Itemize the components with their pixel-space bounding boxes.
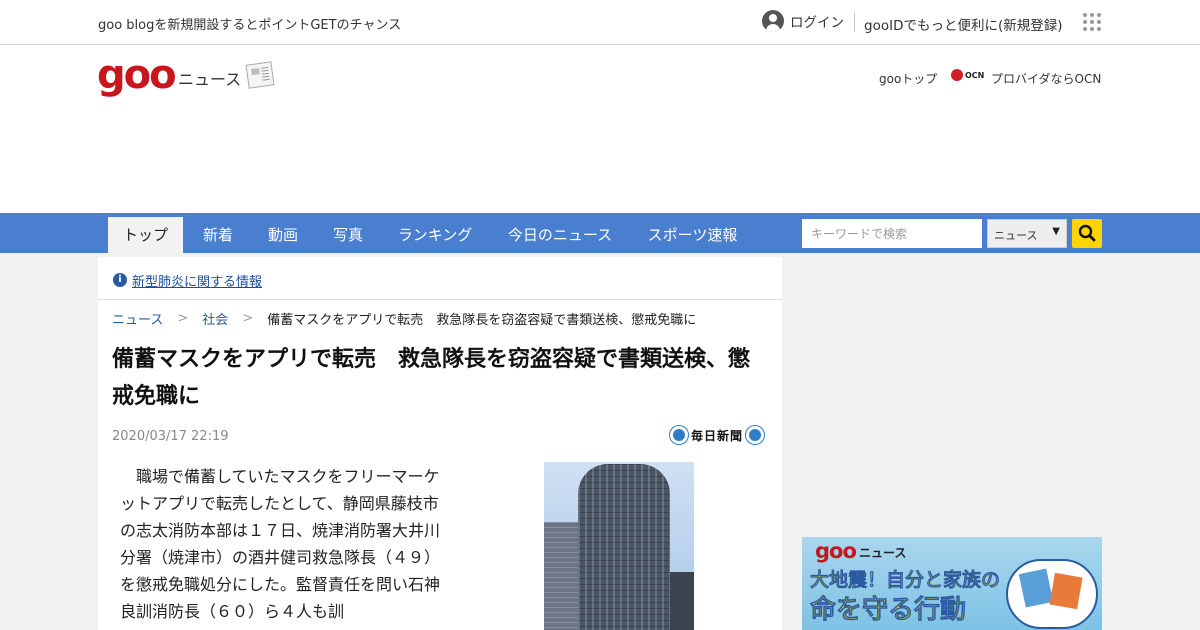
earthquake-banner[interactable]: goo ニュース 大地震！自分と家族の 命を守る行動 (802, 537, 1102, 630)
banner-news-label: ニュース (859, 546, 907, 560)
tab-today[interactable]: 今日のニュース (500, 213, 620, 253)
login-label: ログイン (790, 15, 844, 31)
article-photo[interactable] (544, 462, 694, 630)
register-link[interactable]: gooIDでもっと便利に(新規登録) (864, 14, 1063, 34)
tab-video[interactable]: 動画 (258, 213, 308, 253)
covid-notice: i 新型肺炎に関する情報 (98, 257, 782, 300)
search-icon (1078, 224, 1096, 242)
goo-logo[interactable]: goo (97, 53, 177, 97)
tab-top[interactable]: トップ (108, 217, 183, 253)
source-name: 毎日新聞 (691, 428, 744, 443)
tab-photo[interactable]: 写真 (323, 213, 373, 253)
blog-promo-link[interactable]: goo blogを新規開設するとポイントGETのチャンス (98, 14, 401, 33)
banner-headline-2: 命を守る行動 (810, 595, 967, 626)
article-container: i 新型肺炎に関する情報 ニュース > 社会 > 備蓄マスクをアプリで転売 救急… (98, 257, 782, 630)
login-button[interactable]: ログイン (762, 10, 844, 32)
divider (854, 12, 855, 32)
tab-ranking[interactable]: ランキング (390, 213, 480, 253)
breadcrumb-current: 備蓄マスクをアプリで転売 救急隊長を窃盗容疑で書類送検、懲戒免職に (267, 313, 697, 328)
tab-latest[interactable]: 新着 (193, 213, 243, 253)
breadcrumb-news[interactable]: ニュース (112, 309, 163, 328)
breadcrumb-separator: > (242, 311, 254, 326)
banner-headline-1: 大地震！自分と家族の (810, 569, 1001, 592)
article-body: 職場で備蓄していたマスクをフリーマーケットアプリで転売したとして、静岡県藤枝市の… (120, 467, 441, 621)
building-shape (578, 464, 670, 630)
breadcrumb-society[interactable]: 社会 (202, 309, 228, 328)
tab-sports[interactable]: スポーツ速報 (640, 213, 745, 253)
breadcrumb: ニュース > 社会 > 備蓄マスクをアプリで転売 救急隊長を窃盗容疑で書類送検、… (112, 309, 696, 328)
article-title: 備蓄マスクをアプリで転売 救急隊長を窃盗容疑で書類送検、懲戒免職に (112, 347, 751, 409)
newspaper-icon (245, 61, 275, 89)
building-shape (670, 572, 694, 630)
search-button[interactable] (1072, 219, 1102, 248)
mainichi-emblem-icon (670, 426, 688, 444)
top-utility-bar: goo blogを新規開設するとポイントGETのチャンス ログイン gooIDで… (0, 0, 1200, 45)
goo-top-link[interactable]: gooトップ (879, 70, 937, 87)
source-logo[interactable]: 毎日新聞 (670, 426, 765, 444)
dropdown-arrow-icon: ▼ (1052, 226, 1060, 237)
banner-goo-logo: goo (815, 539, 857, 563)
search-scope-select[interactable]: ニュース ▼ (987, 219, 1067, 248)
app-grid-icon[interactable] (1083, 13, 1101, 31)
search-input[interactable] (802, 219, 982, 248)
mainichi-emblem-icon (746, 426, 765, 444)
ocn-mark-icon (951, 69, 963, 81)
user-icon (762, 10, 784, 32)
site-header: goo ニュース gooトップ OCN プロバイダならOCN (0, 45, 1200, 213)
ocn-logo-text: OCN (965, 70, 985, 80)
info-icon: i (113, 273, 127, 287)
search-scope-value: ニュース (994, 229, 1038, 242)
covid-info-link[interactable]: 新型肺炎に関する情報 (132, 271, 262, 290)
section-title[interactable]: ニュース (178, 66, 241, 90)
family-illustration-icon (1006, 559, 1098, 629)
main-nav: トップ 新着 動画 写真 ランキング 今日のニュース スポーツ速報 ニュース ▼ (0, 213, 1200, 253)
article-date: 2020/03/17 22:19 (112, 429, 229, 444)
ocn-link[interactable]: プロバイダならOCN (991, 70, 1101, 87)
ocn-logo[interactable]: OCN (951, 68, 984, 82)
breadcrumb-separator: > (177, 311, 189, 326)
